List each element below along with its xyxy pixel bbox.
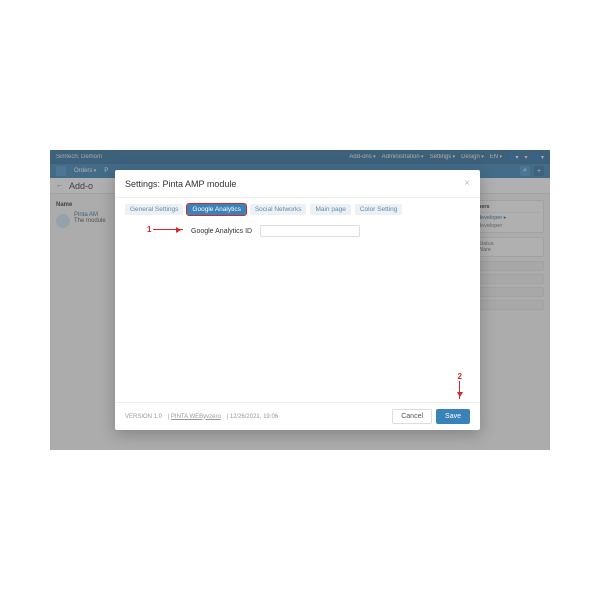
ga-id-field: Google Analytics ID [191, 225, 456, 237]
version-text: VERSION 1.0 [125, 414, 162, 420]
tab-main-page[interactable]: Main page [310, 204, 350, 215]
modal-body: 1 Google Analytics ID 2 [115, 217, 480, 402]
ga-id-input[interactable] [260, 225, 360, 237]
tab-social[interactable]: Social Networks [250, 204, 307, 215]
modal-header: Settings: Pinta AMP module × [115, 170, 480, 198]
annotation-1-num: 1 [147, 225, 151, 234]
close-icon[interactable]: × [464, 178, 470, 189]
settings-modal: Settings: Pinta AMP module × General Set… [115, 170, 480, 430]
tab-general[interactable]: General Settings [125, 204, 183, 215]
modal-title: Settings: Pinta AMP module [125, 179, 236, 189]
annotation-2: 2 [458, 372, 462, 399]
tab-google-analytics[interactable]: Google Analytics [187, 204, 245, 215]
arrow-down-icon [459, 381, 460, 399]
modal-tabs: General Settings Google Analytics Social… [115, 198, 480, 217]
save-button[interactable]: Save [436, 409, 470, 424]
ga-id-label: Google Analytics ID [191, 228, 252, 235]
cancel-button[interactable]: Cancel [392, 409, 432, 424]
annotation-2-num: 2 [458, 372, 462, 381]
vendor-link[interactable]: PINTA WEByvzero [171, 414, 221, 420]
arrow-icon [153, 229, 183, 230]
modal-meta: VERSION 1.0 | PINTA WEByvzero | 12/26/20… [125, 414, 282, 420]
footer-date: 12/26/2021, 19:06 [230, 414, 278, 420]
tab-color[interactable]: Color Setting [355, 204, 403, 215]
annotation-1: 1 [147, 225, 183, 234]
modal-footer: VERSION 1.0 | PINTA WEByvzero | 12/26/20… [115, 402, 480, 430]
